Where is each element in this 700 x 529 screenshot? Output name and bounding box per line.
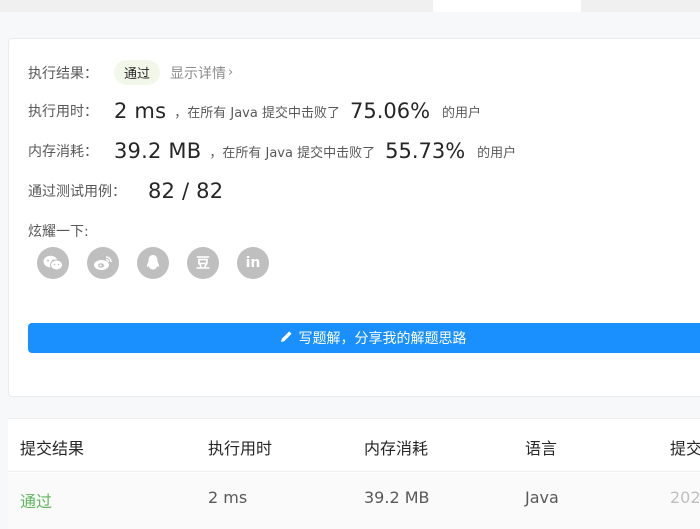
runtime-label: 执行用时： [28,104,98,120]
row-memory: 39.2 MB [364,488,430,507]
result-label: 执行结果： [28,65,98,82]
wechat-icon[interactable] [37,247,69,279]
runtime-percent: 75.06% [349,99,431,123]
submission-result-card: 执行结果： 通过 显示详情 › 执行用时： 2 ms ，在所有 Java 提交中… [8,38,700,397]
share-icons: 豆 in [37,247,269,279]
header-status: 提交结果 [20,439,85,458]
table-header: 提交结果 执行用时 内存消耗 语言 提交 [8,419,700,472]
memory-note: ，在所有 Java 提交中击败了 [209,145,376,161]
testcases-value: 82 / 82 [148,179,224,203]
write-solution-button[interactable]: 写题解，分享我的解题思路 [28,323,700,353]
row-runtime: 2 ms [208,488,248,507]
result-row: 执行结果： 通过 显示详情 › [28,60,233,85]
header-memory: 内存消耗 [364,439,429,458]
share-label-row: 炫耀一下: [28,221,89,241]
submissions-table: 提交结果 执行用时 内存消耗 语言 提交 通过 2 ms 39.2 MB Jav… [8,418,700,529]
header-submit-time: 提交 [670,439,700,458]
show-details-link[interactable]: 显示详情 [170,63,226,83]
testcases-label: 通过测试用例： [28,184,126,200]
runtime-note: ，在所有 Java 提交中击败了 [174,105,340,121]
row-status[interactable]: 通过 [20,488,52,512]
header-runtime: 执行用时 [208,439,273,458]
testcases-row: 通过测试用例： 82 / 82 [28,179,223,203]
write-solution-label: 写题解，分享我的解题思路 [298,331,467,347]
header-language: 语言 [525,439,558,458]
runtime-value: 2 ms [114,99,167,123]
share-label: 炫耀一下: [28,224,89,240]
status-badge: 通过 [114,60,161,85]
weibo-icon[interactable] [87,247,119,279]
memory-users: 的用户 [477,145,517,161]
row-submit-time: 202 [670,488,700,507]
active-tab[interactable] [433,0,581,12]
table-row[interactable]: 通过 2 ms 39.2 MB Java 202 [8,473,700,529]
memory-row: 内存消耗： 39.2 MB ，在所有 Java 提交中击败了 55.73% 的用… [28,139,516,163]
chevron-right-icon: › [228,65,234,80]
douban-icon[interactable]: 豆 [187,247,219,279]
memory-label: 内存消耗： [28,144,98,160]
runtime-users: 的用户 [442,105,482,121]
qq-icon[interactable] [137,247,169,279]
top-tab-bar [0,0,700,12]
memory-percent: 55.73% [385,139,466,163]
memory-value: 39.2 MB [114,139,202,163]
runtime-row: 执行用时： 2 ms ，在所有 Java 提交中击败了 75.06% 的用户 [28,99,481,123]
linkedin-icon[interactable]: in [237,247,269,279]
row-language: Java [525,488,559,507]
pencil-icon [280,330,293,347]
